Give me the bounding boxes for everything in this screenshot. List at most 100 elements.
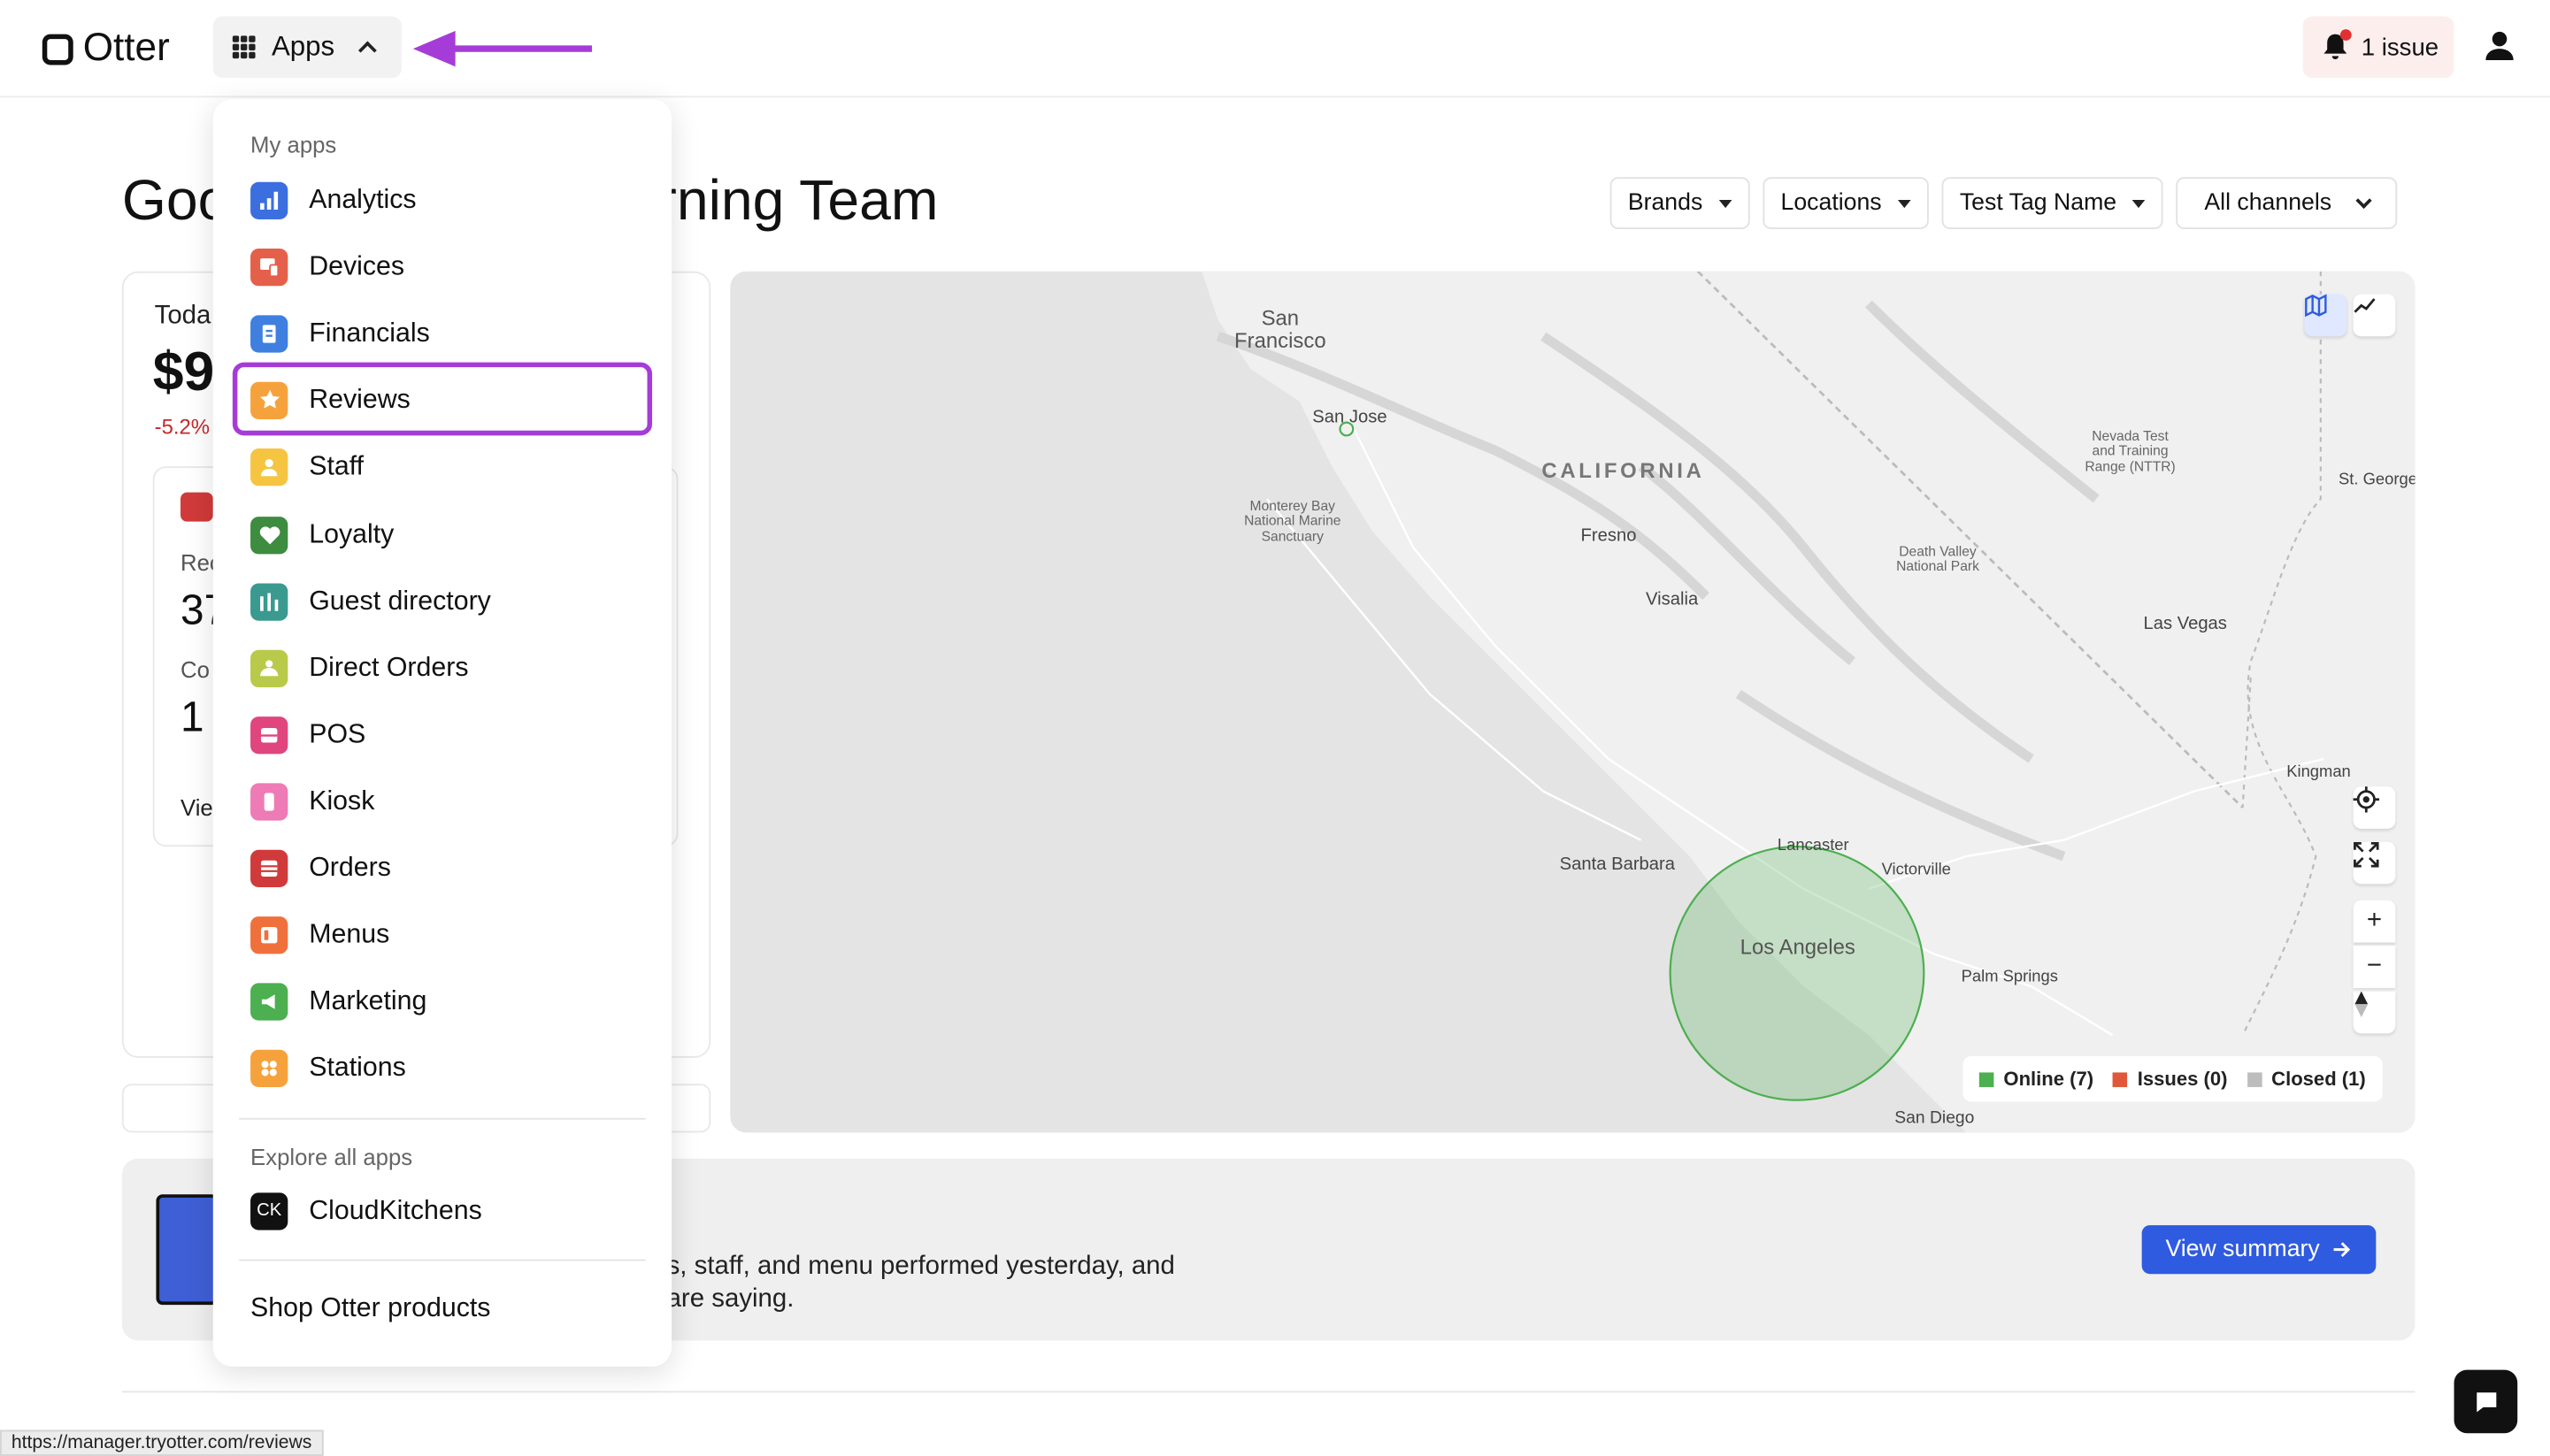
view-summary-button[interactable]: View summary xyxy=(2141,1225,2377,1275)
map-label-monterey: Monterey Bay National Marine Sanctuary xyxy=(1244,497,1341,544)
map-view-button[interactable] xyxy=(2304,294,2347,337)
menu-item-financials[interactable]: Financials xyxy=(250,312,430,355)
menu-item-label: Guest directory xyxy=(309,586,491,616)
plus-icon: + xyxy=(2366,907,2383,935)
compass-icon xyxy=(2354,991,2369,1017)
top-bar: Otter Apps 1 issue xyxy=(0,0,2550,98)
menu-item-direct-orders[interactable]: Direct Orders xyxy=(250,647,469,689)
map-label-st-george: St. George xyxy=(2339,471,2416,489)
menu-item-analytics[interactable]: Analytics xyxy=(250,179,417,221)
guest-directory-icon xyxy=(250,582,288,620)
channels-filter[interactable]: All channels xyxy=(2177,177,2397,230)
menu-item-kiosk[interactable]: Kiosk xyxy=(250,780,374,823)
menu-item-label: Analytics xyxy=(309,184,417,214)
map-label-california: CALIFORNIA xyxy=(1541,458,1705,483)
menu-item-label: Marketing xyxy=(309,985,427,1015)
analytics-icon xyxy=(250,180,288,219)
map-terrain xyxy=(730,271,2416,1133)
expand-icon xyxy=(2354,842,2379,868)
channels-filter-label: All channels xyxy=(2204,189,2332,217)
tag-filter[interactable]: Test Tag Name xyxy=(1941,177,2164,230)
menu-item-label: CloudKitchens xyxy=(309,1195,482,1225)
menu-item-label: Menus xyxy=(309,918,390,948)
issues-button[interactable]: 1 issue xyxy=(2302,16,2454,79)
apps-menu-button[interactable]: Apps xyxy=(212,16,402,79)
sales-change: -5.2% xyxy=(154,414,211,439)
map-label-lancaster: Lancaster xyxy=(1777,837,1849,855)
chart-view-button[interactable] xyxy=(2353,294,2396,337)
explore-apps-header: Explore all apps xyxy=(250,1144,413,1170)
legend-issues-label: Issues (0) xyxy=(2137,1067,2228,1091)
shop-otter-products-link[interactable]: Shop Otter products xyxy=(250,1287,490,1330)
zoom-out-button[interactable]: − xyxy=(2353,946,2396,988)
view-link[interactable]: Vie xyxy=(180,794,213,820)
brands-filter[interactable]: Brands xyxy=(1609,177,1750,230)
menu-item-label: Loyalty xyxy=(309,518,395,548)
menu-item-orders[interactable]: Orders xyxy=(250,847,391,889)
otter-logo-icon xyxy=(42,33,73,65)
locate-button[interactable] xyxy=(2353,786,2396,829)
legend-online-label: Online (7) xyxy=(2003,1067,2094,1091)
menu-item-label: Financials xyxy=(309,318,430,348)
filter-bar: Brands Locations Test Tag Name All chann… xyxy=(1609,177,2397,230)
heart-icon xyxy=(250,516,288,554)
grid-icon xyxy=(232,35,256,59)
user-icon[interactable] xyxy=(2484,29,2516,62)
sales-amount: $9 xyxy=(152,341,215,403)
menu-item-pos[interactable]: POS xyxy=(250,713,365,755)
menu-item-loyalty[interactable]: Loyalty xyxy=(250,513,394,556)
menu-divider xyxy=(239,1117,646,1120)
chat-button[interactable] xyxy=(2454,1369,2518,1434)
banner-line-2: are saying. xyxy=(666,1285,795,1314)
map-label-las-vegas: Las Vegas xyxy=(2143,614,2227,634)
locations-map[interactable]: San Francisco San Jose CALIFORNIA Montere… xyxy=(730,271,2416,1133)
zoom-in-button[interactable]: + xyxy=(2353,900,2396,943)
stations-icon xyxy=(250,1048,288,1087)
menu-divider xyxy=(239,1259,646,1261)
menus-icon xyxy=(250,916,288,954)
legend-closed-label: Closed (1) xyxy=(2271,1067,2366,1091)
map-label-los-angeles: Los Angeles xyxy=(1740,934,1855,959)
compass-button[interactable] xyxy=(2353,991,2396,1034)
menu-item-label: POS xyxy=(309,718,366,748)
menu-item-label: Devices xyxy=(309,250,405,280)
online-swatch xyxy=(1978,1073,1994,1088)
tag-filter-label: Test Tag Name xyxy=(1959,189,2117,217)
status-bar-url: https://manager.tryotter.com/reviews xyxy=(0,1429,324,1456)
financials-icon xyxy=(250,314,288,352)
menu-item-marketing[interactable]: Marketing xyxy=(250,980,426,1023)
greeting-part-2: arning Team xyxy=(626,169,939,233)
issue-label: 1 issue xyxy=(2361,33,2439,61)
devices-icon xyxy=(250,248,288,286)
banner-line-1: s, staff, and menu performed yesterday, … xyxy=(666,1253,1175,1281)
notification-dot xyxy=(2339,29,2352,41)
pos-icon xyxy=(250,716,288,754)
otter-logo[interactable]: Otter xyxy=(42,26,170,71)
legend-issues: Issues (0) xyxy=(2113,1067,2228,1091)
menu-item-stations[interactable]: Stations xyxy=(250,1046,406,1089)
annotation-arrow-icon xyxy=(412,30,593,67)
fullscreen-button[interactable] xyxy=(2353,841,2396,885)
menu-item-guest-directory[interactable]: Guest directory xyxy=(250,580,491,623)
map-label-victorville: Victorville xyxy=(1881,861,1951,879)
direct-orders-icon xyxy=(250,648,288,687)
arrow-right-icon xyxy=(2334,1242,2351,1258)
apps-label: Apps xyxy=(271,30,335,62)
apps-dropdown-menu: My apps Analytics Devices Financials Rev… xyxy=(212,99,672,1367)
menu-item-devices[interactable]: Devices xyxy=(250,245,404,287)
menu-item-menus[interactable]: Menus xyxy=(250,913,389,955)
map-legend: Online (7) Issues (0) Closed (1) xyxy=(1962,1056,2383,1102)
annotation-highlight-box xyxy=(232,362,653,436)
map-label-san-jose: San Jose xyxy=(1312,408,1387,428)
map-label-nevada-test: Nevada Test and Training Range (NTTR) xyxy=(2085,427,2176,474)
map-label-san-francisco: San Francisco xyxy=(1234,305,1326,354)
shop-label: Shop Otter products xyxy=(250,1292,491,1322)
menu-item-cloudkitchens[interactable]: CK CloudKitchens xyxy=(250,1190,482,1232)
kiosk-icon xyxy=(250,782,288,820)
trend-icon xyxy=(2354,298,2376,313)
menu-item-label: Kiosk xyxy=(309,785,375,816)
locations-filter[interactable]: Locations xyxy=(1763,177,1929,230)
brands-filter-label: Brands xyxy=(1627,189,1703,217)
section-divider xyxy=(121,1391,2416,1393)
menu-item-staff[interactable]: Staff xyxy=(250,445,364,487)
